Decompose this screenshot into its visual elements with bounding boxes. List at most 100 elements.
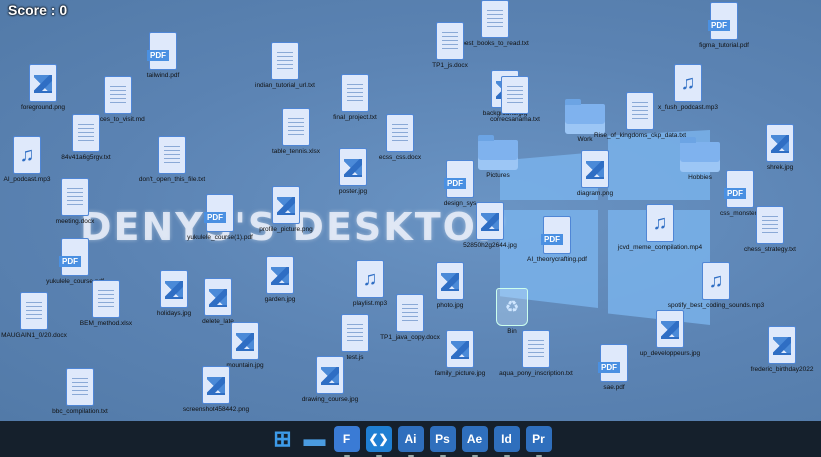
desktop-icon[interactable]: figma_tutorial.pdf	[684, 2, 764, 49]
pdf-file-icon	[598, 344, 628, 382]
pdf-file-icon	[444, 160, 474, 198]
desktop-icon-label: figma_tutorial.pdf	[699, 42, 749, 49]
desktop-icon[interactable]: correcsanama.txt	[475, 76, 555, 123]
desktop-icon-label: poster.jpg	[338, 188, 368, 195]
desktop-icon[interactable]: aqua_pony_inscription.txt	[496, 330, 576, 377]
windows-start-icon[interactable]: ⊞	[270, 426, 296, 452]
desktop-icon-label: TP1_js.docx	[432, 62, 468, 69]
desktop-icon[interactable]: don't_open_this_file.txt	[132, 136, 212, 183]
text-file-icon	[271, 42, 299, 80]
text-file-icon	[386, 114, 414, 152]
image-file-icon	[436, 262, 464, 300]
text-file-icon	[282, 108, 310, 146]
desktop-icon-label: meeting.docx	[55, 218, 95, 225]
desktop-icon[interactable]: family_picture.jpg	[420, 330, 500, 377]
desktop-icon-label: 52850h2g2644.jpg	[463, 242, 517, 249]
desktop-icon-label: 84v41a6g5rgv.txt	[61, 154, 111, 161]
premiere-app-icon[interactable]: Pr	[525, 426, 552, 457]
desktop-icon[interactable]: MAUGAIN1_0/20.docx	[0, 292, 74, 339]
pdf-file-icon	[147, 32, 177, 70]
desktop-icon[interactable]: mountain.jpg	[205, 322, 285, 369]
desktop-icon[interactable]: chess_strategy.txt	[730, 206, 810, 253]
image-file-icon	[656, 310, 684, 348]
desktop-icon[interactable]: design_sys	[420, 160, 500, 207]
photoshop-app-icon[interactable]: Ps	[429, 426, 456, 457]
desktop-icon[interactable]: AI_podcast.mp3	[0, 136, 67, 183]
text-file-icon	[20, 292, 48, 330]
desktop-icon[interactable]: Rise_of_kingdoms_ckp_data.txt	[594, 92, 686, 139]
image-file-icon	[204, 278, 232, 316]
image-file-icon	[272, 186, 300, 224]
desktop-icon[interactable]: shrek.jpg	[740, 124, 820, 171]
desktop-icon-label: photo.jpg	[436, 302, 464, 309]
desktop-icon[interactable]: drawing_course.jpg	[290, 356, 370, 403]
indesign-app-icon[interactable]: Id	[493, 426, 520, 457]
desktop-icon[interactable]: foreground.png	[3, 64, 83, 111]
illustrator-app-glyph: Ai	[404, 432, 417, 446]
desktop-area[interactable]: Score : 0 DENYS'S DESKTOP tailwind.pdffo…	[0, 0, 821, 421]
pdf-file-icon	[708, 2, 738, 40]
desktop-icon-label: sae.pdf	[603, 384, 625, 391]
pdf-file-icon	[59, 238, 89, 276]
desktop-icon-label: family_picture.jpg	[434, 370, 486, 377]
desktop-icon-label: jcvd_meme_compilation.mp4	[617, 244, 703, 251]
photoshop-app-glyph: Ps	[435, 432, 450, 446]
text-file-icon	[501, 76, 529, 114]
after-effects-app-icon[interactable]: Ae	[461, 426, 488, 457]
audio-file-icon	[13, 136, 41, 174]
desktop-icon-label: drawing_course.jpg	[301, 396, 359, 403]
desktop-icon[interactable]: frederic_birthday2022	[742, 326, 821, 373]
desktop-icon[interactable]: bbc_compilation.txt	[40, 368, 120, 415]
premiere-app-glyph: Pr	[532, 432, 545, 446]
desktop-icon[interactable]: diagram.png	[555, 150, 635, 197]
desktop-icon[interactable]: yukulele_course.pdf	[35, 238, 115, 285]
audio-file-icon	[646, 204, 674, 242]
image-file-icon	[766, 124, 794, 162]
desktop-icon[interactable]: profile_picture.png	[246, 186, 326, 233]
text-file-icon	[66, 368, 94, 406]
folder-icon	[680, 137, 720, 172]
desktop-icon[interactable]: ♻ Bin	[472, 288, 552, 335]
desktop-icon-label: Work	[577, 136, 593, 143]
desktop-icon[interactable]: TP1_js.docx	[410, 22, 490, 69]
figma-app-icon[interactable]: F	[333, 426, 360, 457]
image-file-icon	[446, 330, 474, 368]
text-file-icon	[341, 314, 369, 352]
text-file-icon	[61, 178, 89, 216]
desktop-icon[interactable]: garden.jpg	[240, 256, 320, 303]
desktop-icon-label: garden.jpg	[264, 296, 296, 303]
desktop-icon-label: MAUGAIN1_0/20.docx	[1, 332, 67, 339]
folder-icon	[565, 99, 605, 134]
text-file-icon	[72, 114, 100, 152]
desktop-icon[interactable]: spotify_best_coding_sounds.mp3	[668, 262, 764, 309]
desktop-icon[interactable]: AI_theorycrafting.pdf	[517, 216, 597, 263]
vscode-app-glyph: ❮❯	[368, 432, 389, 446]
desktop-icon-label: correcsanama.txt	[490, 116, 540, 123]
desktop-icon-label: diagram.png	[576, 190, 614, 197]
text-file-icon	[104, 76, 132, 114]
file-explorer-icon[interactable]: ▬	[302, 426, 328, 452]
desktop-icon[interactable]: tailwind.pdf	[123, 32, 203, 79]
image-file-icon	[266, 256, 294, 294]
audio-file-icon	[702, 262, 730, 300]
desktop-icon[interactable]: indian_tutorial_url.txt	[245, 42, 325, 89]
desktop-icon-label: indian_tutorial_url.txt	[255, 82, 315, 89]
desktop-icon[interactable]: screenshot458442.png	[176, 366, 256, 413]
desktop-icon-label: yukulele_course(1).pdf	[187, 234, 253, 241]
recycle-bin-icon: ♻	[496, 288, 528, 326]
text-file-icon	[626, 92, 654, 130]
text-file-icon	[341, 74, 369, 112]
illustrator-app-icon[interactable]: Ai	[397, 426, 424, 457]
score-display: Score : 0	[8, 2, 68, 18]
desktop-icon-label: BEM_method.xlsx	[79, 320, 133, 327]
desktop-icon[interactable]: sae.pdf	[574, 344, 654, 391]
desktop-icon[interactable]: meeting.docx	[35, 178, 115, 225]
image-file-icon	[339, 148, 367, 186]
desktop-icon[interactable]: jcvd_meme_compilation.mp4	[617, 204, 703, 251]
file-explorer-glyph: ▬	[303, 426, 326, 451]
desktop-icon-label: don't_open_this_file.txt	[138, 176, 206, 183]
desktop-icon-label: foreground.png	[20, 104, 66, 111]
taskbar: ⊞ ▬ F ❮❯ Ai Ps Ae Id Pr	[0, 421, 821, 457]
vscode-app-icon[interactable]: ❮❯	[365, 426, 392, 457]
desktop-icon[interactable]: test.js	[315, 314, 395, 361]
